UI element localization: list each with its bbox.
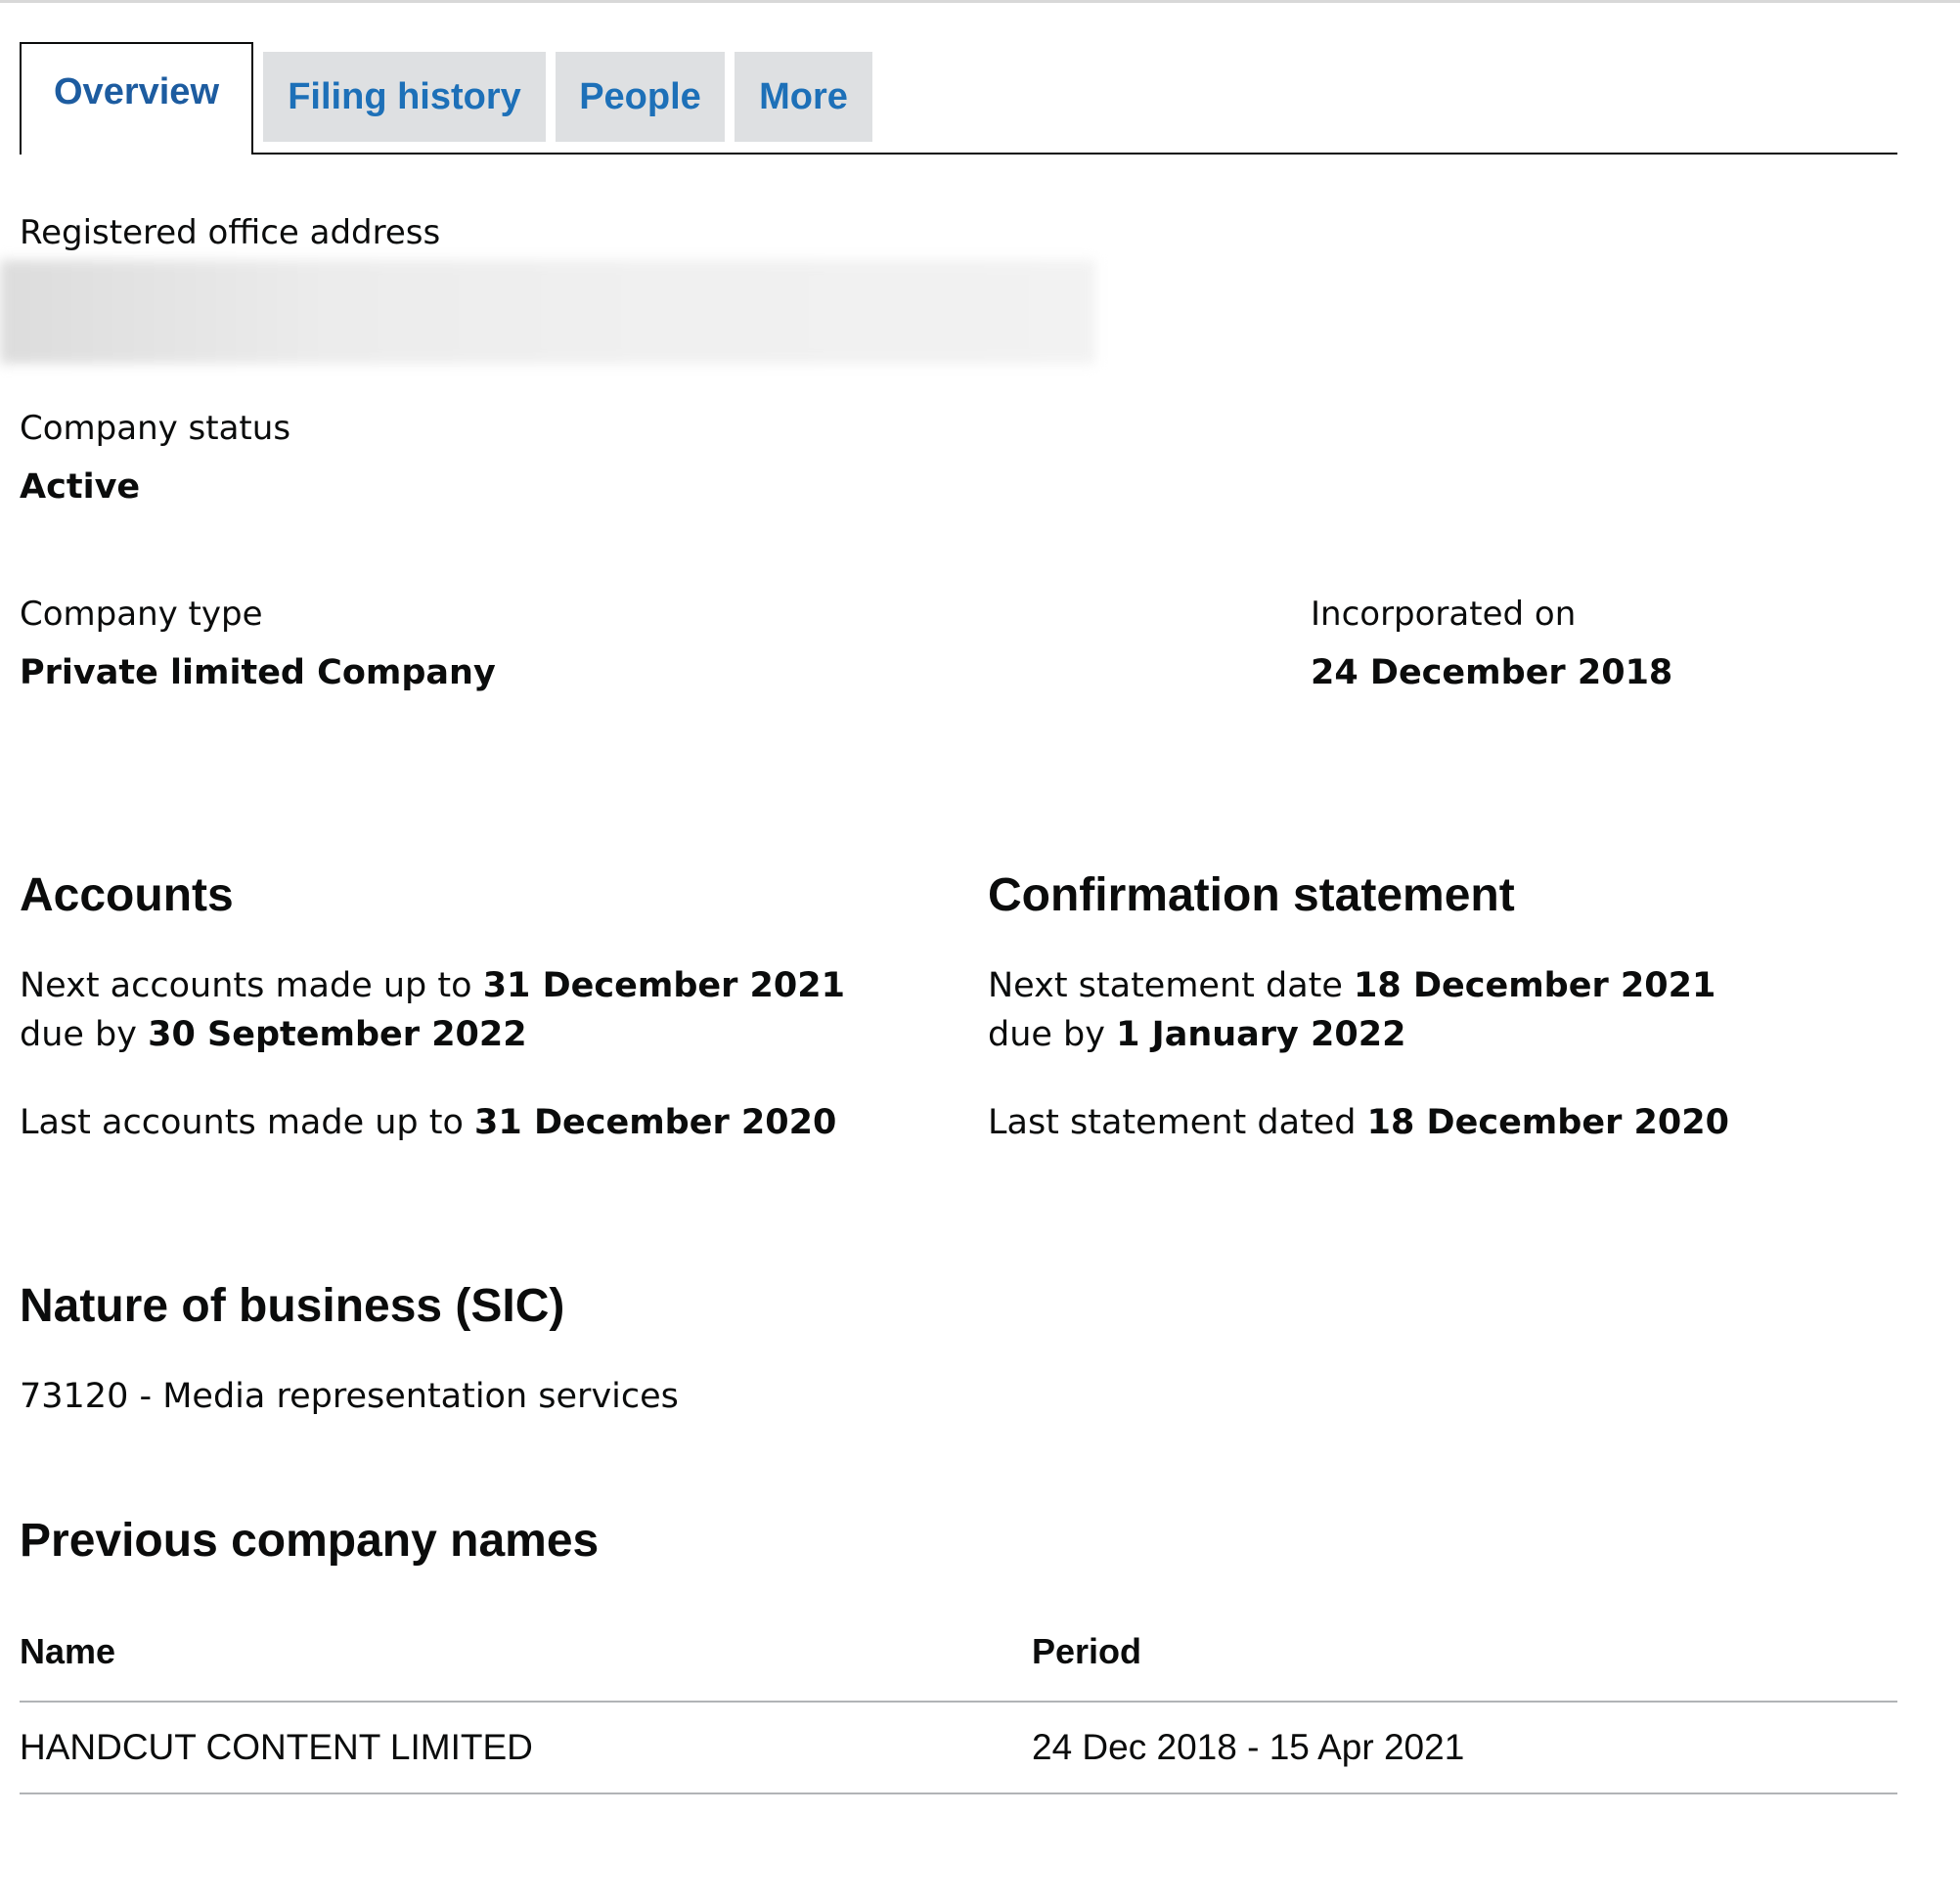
company-status-label: Company status: [20, 409, 291, 448]
confirmation-last-date: 18 December 2020: [1366, 1103, 1729, 1142]
confirmation-due-date: 1 January 2022: [1116, 1015, 1406, 1054]
confirmation-next: Next statement date 18 December 2021: [988, 966, 1715, 1005]
table-row-period: 24 Dec 2018 - 15 Apr 2021: [1032, 1727, 1465, 1767]
table-row-name: HANDCUT CONTENT LIMITED: [20, 1727, 533, 1767]
confirmation-heading: Confirmation statement: [988, 869, 1515, 921]
company-type-label: Company type: [20, 595, 263, 634]
tab-overview[interactable]: Overview: [20, 42, 253, 155]
table-row-divider: [20, 1792, 1897, 1794]
table-header-divider: [20, 1701, 1897, 1703]
confirmation-due: due by 1 January 2022: [988, 1015, 1405, 1054]
incorporated-label: Incorporated on: [1311, 595, 1577, 634]
column-header-name: Name: [20, 1631, 116, 1671]
confirmation-next-prefix: Next statement date: [988, 966, 1343, 1005]
tab-bar: Overview Filing history People More: [20, 42, 1897, 155]
confirmation-due-prefix: due by: [988, 1015, 1105, 1054]
sic-item: 73120 - Media representation services: [20, 1377, 679, 1416]
accounts-next-prefix: Next accounts made up to: [20, 966, 472, 1005]
accounts-due-prefix: due by: [20, 1015, 137, 1054]
confirmation-last: Last statement dated 18 December 2020: [988, 1103, 1729, 1142]
sic-heading: Nature of business (SIC): [20, 1280, 565, 1332]
previous-names-heading: Previous company names: [20, 1515, 600, 1567]
top-divider: [0, 0, 1960, 3]
accounts-due-date: 30 September 2022: [148, 1015, 527, 1054]
column-header-period: Period: [1032, 1631, 1142, 1671]
accounts-last-prefix: Last accounts made up to: [20, 1103, 464, 1142]
accounts-last: Last accounts made up to 31 December 202…: [20, 1103, 836, 1142]
tab-more[interactable]: More: [735, 52, 872, 142]
tab-filing-history[interactable]: Filing history: [263, 52, 546, 142]
registered-office-label: Registered office address: [20, 213, 441, 252]
company-type-value: Private limited Company: [20, 653, 496, 692]
confirmation-next-date: 18 December 2021: [1354, 966, 1716, 1005]
confirmation-last-prefix: Last statement dated: [988, 1103, 1357, 1142]
accounts-heading: Accounts: [20, 869, 234, 921]
accounts-next: Next accounts made up to 31 December 202…: [20, 966, 845, 1005]
incorporated-value: 24 December 2018: [1311, 653, 1673, 692]
accounts-due: due by 30 September 2022: [20, 1015, 527, 1054]
accounts-last-date: 31 December 2020: [474, 1103, 837, 1142]
tab-people[interactable]: People: [556, 52, 725, 142]
accounts-next-date: 31 December 2021: [482, 966, 845, 1005]
redacted-address: [0, 260, 1095, 364]
company-status-value: Active: [20, 467, 141, 507]
